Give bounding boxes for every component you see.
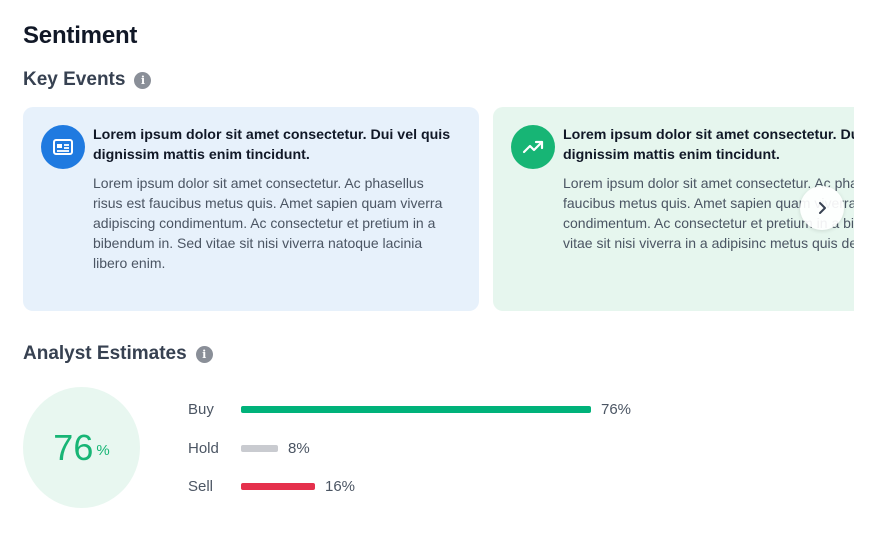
page-title: Sentiment xyxy=(23,22,138,49)
trending-up-icon xyxy=(511,125,555,169)
rating-row-hold: Hold 8% xyxy=(188,437,310,459)
key-events-title: Key Events xyxy=(23,69,126,90)
event-headline: Lorem ipsum dolor sit amet consectetur. … xyxy=(563,127,854,163)
analyst-estimates-title: Analyst Estimates xyxy=(23,343,187,364)
gauge-unit: % xyxy=(96,442,110,459)
chevron-right-icon xyxy=(819,202,826,214)
key-events-header: Key Events i xyxy=(23,69,152,91)
event-card[interactable]: Lorem ipsum dolor sit amet consectetur. … xyxy=(23,107,479,311)
event-headline: Lorem ipsum dolor sit amet consectetur. … xyxy=(93,127,451,163)
rating-label: Sell xyxy=(188,477,214,495)
event-body: Lorem ipsum dolor sit amet consectetur. … xyxy=(93,175,443,271)
newspaper-icon xyxy=(41,125,85,169)
rating-row-sell: Sell 16% xyxy=(188,475,355,497)
analyst-estimates-header: Analyst Estimates i xyxy=(23,343,213,365)
rating-row-buy: Buy 76% xyxy=(188,398,631,420)
key-events-carousel: Lorem ipsum dolor sit amet consectetur. … xyxy=(23,107,854,311)
carousel-next-button[interactable] xyxy=(800,186,844,230)
info-icon[interactable]: i xyxy=(134,71,152,89)
rating-value: 16% xyxy=(325,477,356,495)
rating-label: Buy xyxy=(188,400,214,418)
rating-bar-sell xyxy=(241,482,315,490)
rating-label: Hold xyxy=(188,439,219,457)
rating-bar-hold xyxy=(241,444,278,452)
rating-value: 76% xyxy=(601,400,632,418)
info-icon[interactable]: i xyxy=(195,345,213,363)
gauge-value: 76 xyxy=(53,426,94,468)
rating-value: 8% xyxy=(288,439,310,457)
rating-bar-buy xyxy=(241,405,591,413)
buy-percentage-gauge: 76 % xyxy=(23,387,140,508)
